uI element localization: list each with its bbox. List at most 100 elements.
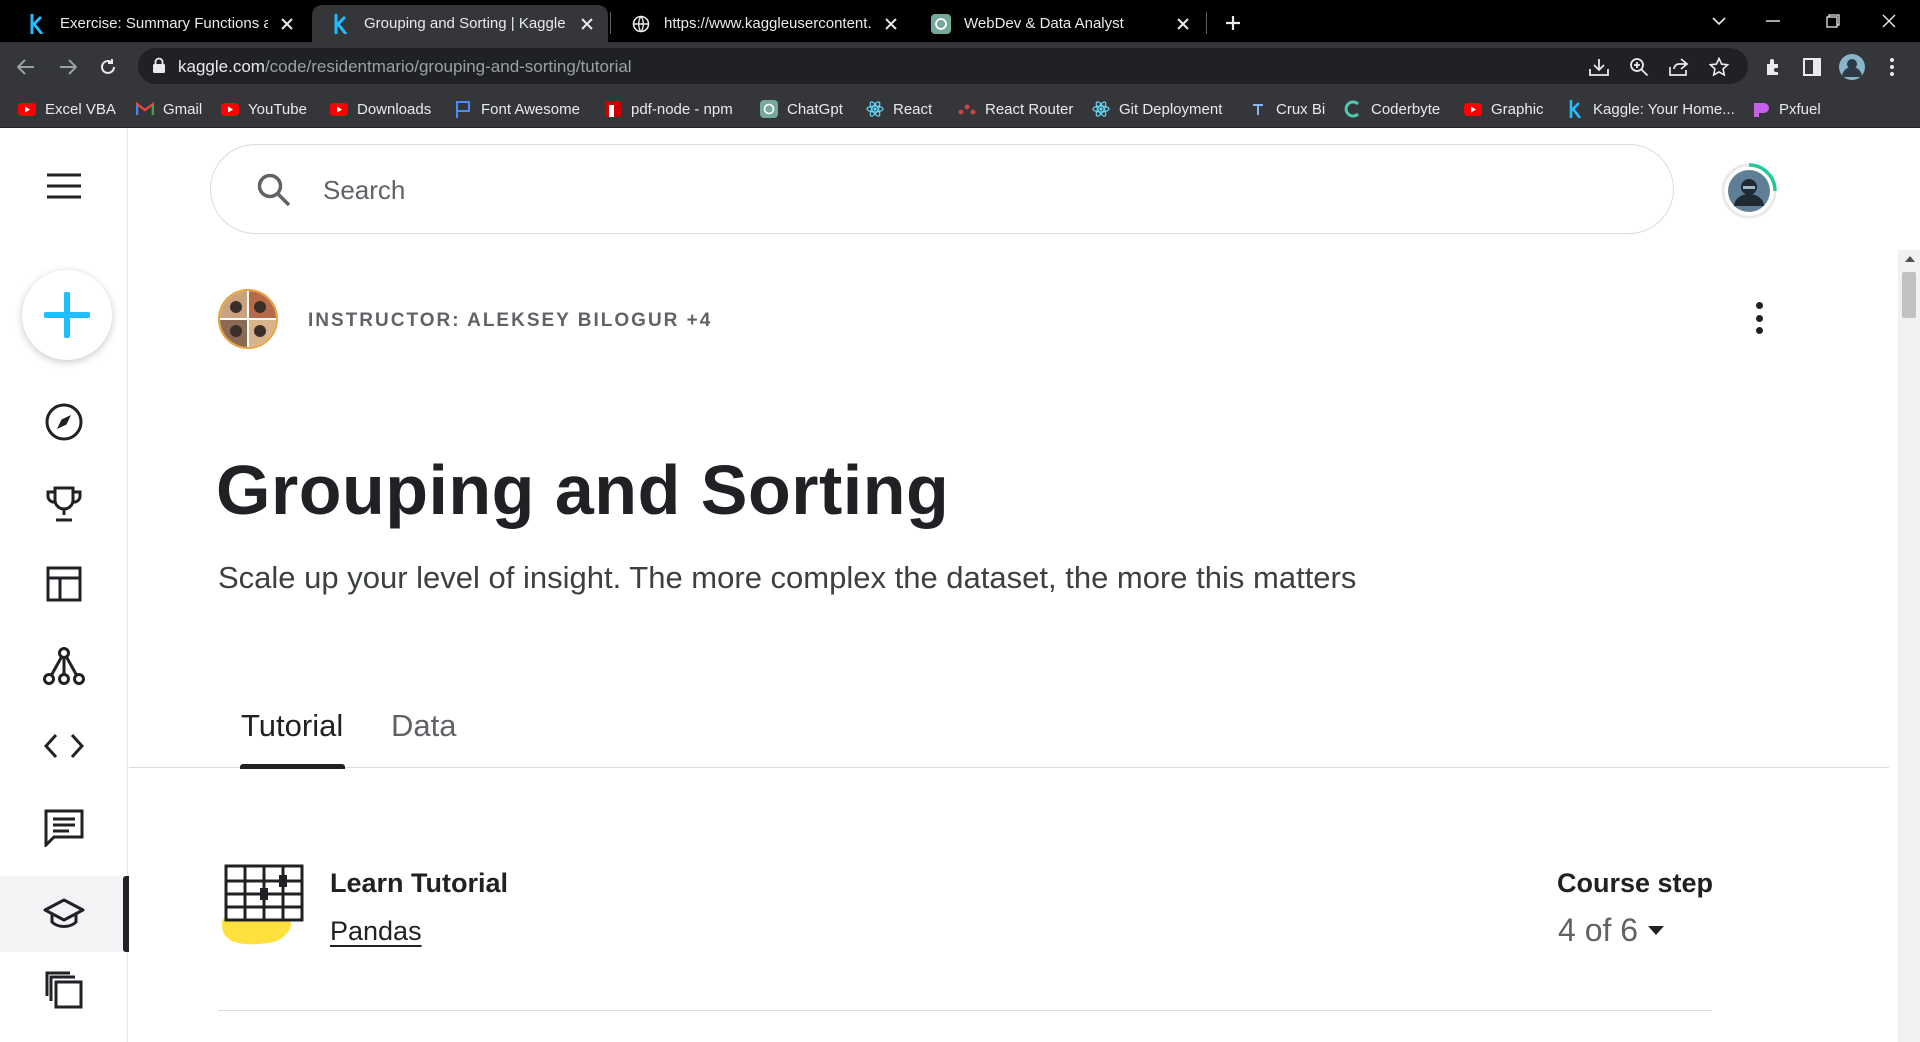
- scroll-up-arrow-icon[interactable]: [1905, 256, 1915, 262]
- sidebar-item-competitions-explore[interactable]: [0, 384, 128, 460]
- create-button[interactable]: [22, 270, 112, 360]
- bookmark-downloads[interactable]: Downloads: [330, 97, 431, 121]
- course-step-dropdown[interactable]: 4 of 6: [1558, 912, 1665, 949]
- sidebar-item-models[interactable]: [0, 628, 128, 704]
- react-router-icon: [958, 100, 976, 118]
- bookmark-git-deployment[interactable]: Git Deployment: [1092, 97, 1222, 121]
- sidebar-item-datasets[interactable]: [0, 546, 128, 622]
- bookmark-font-awesome[interactable]: Font Awesome: [454, 97, 580, 121]
- bookmark-excel-vba[interactable]: Excel VBA: [18, 97, 116, 121]
- bookmark-chatgpt[interactable]: ChatGpt: [760, 97, 843, 121]
- forward-icon[interactable]: [52, 51, 84, 83]
- bookmark-label: pdf-node - npm: [631, 100, 733, 118]
- tab-search-icon[interactable]: [1696, 0, 1742, 42]
- sidebar-item-more[interactable]: [0, 952, 128, 1028]
- url-host: kaggle.com: [178, 57, 265, 76]
- course-step-label: Course step: [1557, 868, 1714, 898]
- close-window-icon[interactable]: [1866, 0, 1912, 42]
- more-options-icon[interactable]: [1748, 298, 1771, 338]
- bookmark-youtube[interactable]: YouTube: [221, 97, 307, 121]
- search-bar[interactable]: [210, 144, 1674, 234]
- browser-tabstrip: Exercise: Summary Functions and Grouping…: [0, 0, 1920, 42]
- crux-icon: [1249, 100, 1267, 118]
- hamburger-menu-icon[interactable]: [0, 148, 128, 224]
- search-input[interactable]: [323, 167, 1623, 213]
- bookmark-label: Downloads: [357, 100, 432, 118]
- bookmark-label: React Router: [985, 100, 1074, 118]
- url-text[interactable]: kaggle.com/code/residentmario/grouping-a…: [178, 57, 632, 77]
- table-icon: [46, 566, 82, 602]
- compass-icon: [44, 402, 84, 442]
- tab-data[interactable]: Data: [391, 708, 456, 744]
- chatgpt-icon: [760, 100, 778, 118]
- kaggle-page: INSTRUCTOR: ALEKSEY BILOGUR +4 Grouping …: [0, 128, 1920, 1042]
- minimize-icon[interactable]: [1750, 0, 1796, 42]
- scroll-thumb[interactable]: [1902, 272, 1916, 318]
- bookmark-gmail[interactable]: Gmail: [136, 97, 202, 121]
- bookmark-label: Git Deployment: [1119, 100, 1223, 118]
- close-icon[interactable]: [880, 13, 902, 35]
- react-icon: [866, 100, 884, 118]
- gmail-icon: [136, 100, 154, 118]
- bookmark-graphic[interactable]: Graphic: [1464, 97, 1544, 121]
- bookmark-label: Font Awesome: [481, 100, 580, 118]
- flag-icon: [454, 100, 472, 118]
- trophy-icon: [45, 485, 83, 523]
- url-path: /code/residentmario/grouping-and-sorting…: [264, 57, 632, 76]
- bookmark-react-router[interactable]: React Router: [958, 97, 1073, 121]
- coderbyte-icon: [1344, 100, 1362, 118]
- bookmark-react[interactable]: React: [866, 97, 932, 121]
- browser-tab-usercontent[interactable]: https://www.kaggleusercontent.c: [612, 5, 912, 42]
- browser-tab-exercise[interactable]: Exercise: Summary Functions and: [8, 5, 308, 42]
- bookmark-pdf-node[interactable]: pdf-node - npm: [604, 97, 733, 121]
- npm-icon: [604, 100, 622, 118]
- page-title: Grouping and Sorting: [216, 451, 950, 529]
- browser-tab-webdev[interactable]: WebDev & Data Analyst: [912, 5, 1204, 42]
- back-icon[interactable]: [10, 51, 42, 83]
- youtube-icon: [1464, 100, 1482, 118]
- close-icon[interactable]: [576, 13, 598, 35]
- reload-icon[interactable]: [92, 51, 124, 83]
- close-icon[interactable]: [276, 13, 298, 35]
- close-icon[interactable]: [1172, 13, 1194, 35]
- bookmark-star-icon[interactable]: [1706, 54, 1732, 80]
- install-app-icon[interactable]: [1586, 54, 1612, 80]
- lock-icon[interactable]: [152, 57, 166, 74]
- active-tab-indicator: [240, 764, 345, 769]
- bookmark-coderbyte[interactable]: Coderbyte: [1344, 97, 1440, 121]
- tab-tutorial[interactable]: Tutorial: [241, 708, 343, 744]
- extensions-icon[interactable]: [1758, 51, 1790, 83]
- sidebar-item-code[interactable]: [0, 708, 128, 784]
- address-bar[interactable]: kaggle.com/code/residentmario/grouping-a…: [138, 48, 1748, 84]
- sidebar-item-discussions[interactable]: [0, 790, 128, 866]
- course-link-pandas[interactable]: Pandas: [330, 916, 422, 947]
- zoom-icon[interactable]: [1626, 54, 1652, 80]
- share-icon[interactable]: [1666, 54, 1692, 80]
- search-icon: [257, 173, 291, 207]
- page-scrollbar[interactable]: [1898, 250, 1920, 1042]
- browser-toolbar: kaggle.com/code/residentmario/grouping-a…: [0, 42, 1920, 90]
- bookmark-kaggle-home[interactable]: Kaggle: Your Home...: [1566, 97, 1735, 121]
- instructor-label[interactable]: INSTRUCTOR: ALEKSEY BILOGUR +4: [308, 310, 712, 332]
- tab-separator: [1206, 12, 1207, 34]
- browser-menu-icon[interactable]: [1876, 51, 1908, 83]
- bookmark-pxfuel[interactable]: Pxfuel: [1752, 97, 1821, 121]
- side-panel-icon[interactable]: [1796, 51, 1828, 83]
- instructor-avatars[interactable]: [218, 289, 278, 349]
- restore-icon[interactable]: [1810, 0, 1856, 42]
- bookmark-label: Excel VBA: [45, 100, 116, 118]
- kaggle-k-icon: [1566, 100, 1584, 118]
- user-avatar[interactable]: [1720, 162, 1778, 220]
- sidebar-item-competitions[interactable]: [0, 466, 128, 542]
- pandas-course-icon: [218, 863, 310, 955]
- models-icon: [43, 646, 85, 686]
- tab-title: Exercise: Summary Functions and: [60, 15, 268, 32]
- bookmark-crux-bi[interactable]: Crux Bi: [1249, 97, 1325, 121]
- browser-tab-grouping[interactable]: Grouping and Sorting | Kaggle: [312, 5, 608, 42]
- youtube-icon: [18, 100, 36, 118]
- profile-avatar-icon[interactable]: [1836, 51, 1868, 83]
- sidebar-item-learn[interactable]: [0, 876, 129, 952]
- tab-title: Grouping and Sorting | Kaggle: [364, 15, 566, 32]
- discussion-icon: [44, 809, 84, 847]
- new-tab-button[interactable]: [1218, 8, 1248, 38]
